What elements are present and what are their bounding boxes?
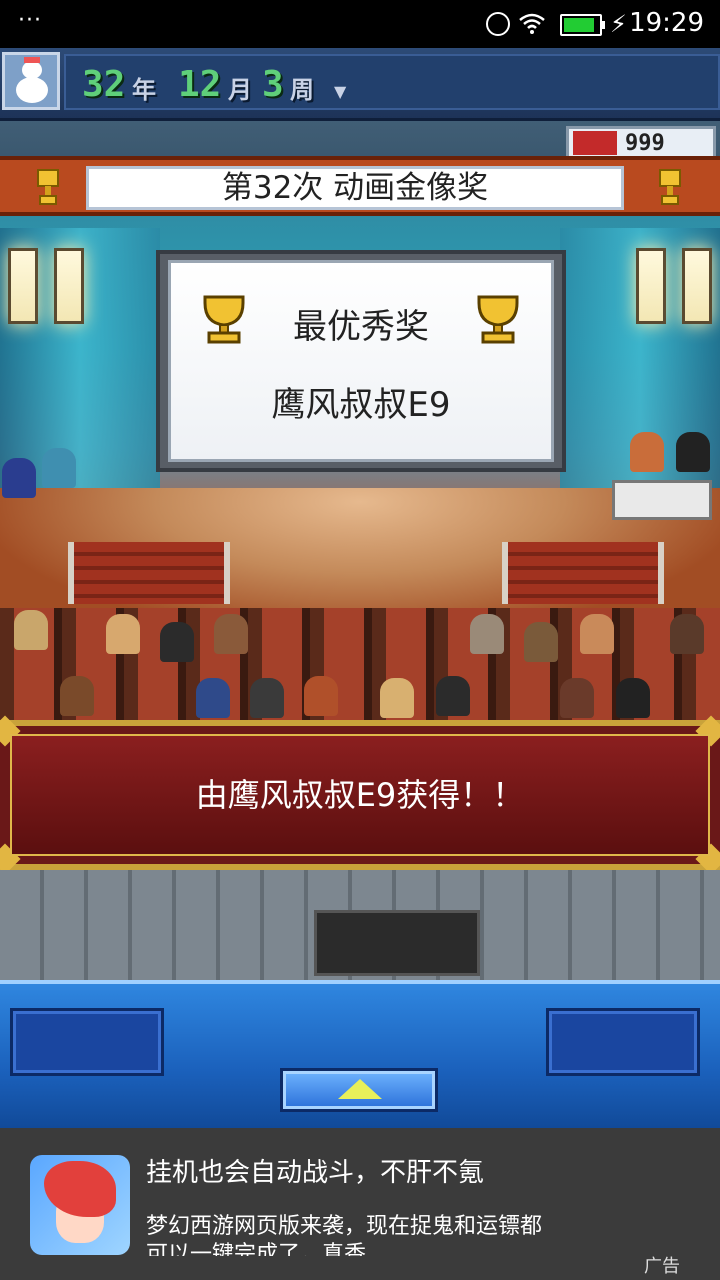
- status-bar: ··· ⚡ 19:29: [0, 0, 720, 48]
- money-icon: [573, 131, 617, 155]
- lantern-icon: [54, 248, 84, 324]
- audience-member: [214, 614, 248, 654]
- stage-stairs-right: [502, 542, 664, 604]
- stage-stairs-left: [68, 542, 230, 604]
- lantern-icon: [682, 248, 712, 324]
- lantern-icon: [636, 248, 666, 324]
- ad-title[interactable]: 挂机也会自动战斗，不肝不氪: [146, 1152, 484, 1189]
- audience-member: [160, 622, 194, 662]
- season-snowman-icon[interactable]: [2, 52, 60, 110]
- character-sprite: [2, 458, 36, 498]
- game-scene[interactable]: 32 年 12 月 3 周 ▼ 999 第32次 动画金像奖 最优秀奖 鹰风叔叔…: [0, 48, 720, 980]
- ad-label: 广告: [644, 1256, 680, 1277]
- award-screen: 最优秀奖 鹰风叔叔E9: [168, 260, 554, 462]
- lantern-icon: [8, 248, 38, 324]
- audience-member: [616, 678, 650, 718]
- charging-icon: ⚡: [610, 10, 627, 38]
- message-panel: 由鹰风叔叔E9获得！！: [10, 734, 710, 856]
- audience-member: [580, 614, 614, 654]
- audience-member: [304, 676, 338, 716]
- audience-member: [196, 678, 230, 718]
- ad-description-line2[interactable]: 可以一键完成了，真香: [146, 1236, 366, 1256]
- month-number: 12: [178, 64, 222, 105]
- left-menu-button[interactable]: [10, 1008, 164, 1076]
- character-sprite: [676, 432, 710, 472]
- audience-member: [436, 676, 470, 716]
- audience-member: [670, 614, 704, 654]
- date-display[interactable]: 32 年 12 月 3 周 ▼: [64, 54, 720, 110]
- studio-desk: [314, 910, 480, 976]
- clock: 19:29: [629, 8, 704, 38]
- character-sprite: [630, 432, 664, 472]
- year-unit: 年: [132, 76, 156, 104]
- banner-panel: 第32次 动画金像奖: [86, 166, 624, 210]
- trophy-icon: [477, 295, 519, 344]
- audience-member: [470, 614, 504, 654]
- ad-thumbnail[interactable]: [30, 1155, 130, 1255]
- trophy-icon: [659, 169, 681, 205]
- ad-banner[interactable]: 挂机也会自动战斗，不肝不氪 梦幻西游网页版来袭，现在捉鬼和运镖都 可以一键完成了…: [0, 1128, 720, 1280]
- arrow-up-icon: [338, 1079, 382, 1099]
- audience-member: [106, 614, 140, 654]
- top-hud: 32 年 12 月 3 周 ▼: [0, 48, 720, 121]
- expand-menu-button[interactable]: [280, 1068, 438, 1112]
- month-unit: 月: [228, 76, 252, 104]
- notification-dots: ···: [18, 8, 42, 33]
- audience-member: [524, 622, 558, 662]
- audience-member: [250, 678, 284, 718]
- trophy-icon: [37, 169, 59, 205]
- presenter-podium: [612, 480, 712, 520]
- result-message-box[interactable]: 由鹰风叔叔E9获得！！: [0, 715, 720, 875]
- award-title-banner: 第32次 动画金像奖: [0, 156, 720, 216]
- chevron-down-icon: ▼: [334, 82, 347, 101]
- audience-member: [380, 678, 414, 718]
- year-number: 32: [82, 64, 126, 105]
- audience-member: [60, 676, 94, 716]
- wifi-icon: [519, 13, 545, 34]
- studio-floor: [0, 870, 720, 980]
- week-number: 3: [262, 64, 284, 105]
- alarm-icon: [486, 12, 510, 36]
- right-menu-button[interactable]: [546, 1008, 700, 1076]
- award-winner-name: 鹰风叔叔E9: [271, 385, 451, 425]
- result-message-text: 由鹰风叔叔E9获得！！: [195, 776, 525, 814]
- character-sprite: [42, 448, 76, 488]
- award-ceremony-title: 第32次 动画金像奖: [221, 170, 489, 206]
- battery-icon: [560, 14, 605, 36]
- audience-member: [560, 678, 594, 718]
- audience-member: [14, 610, 48, 650]
- control-bar: [0, 980, 720, 1128]
- funds-value: 999: [625, 131, 665, 156]
- week-unit: 周: [290, 76, 314, 104]
- funds-display: 999: [566, 126, 716, 160]
